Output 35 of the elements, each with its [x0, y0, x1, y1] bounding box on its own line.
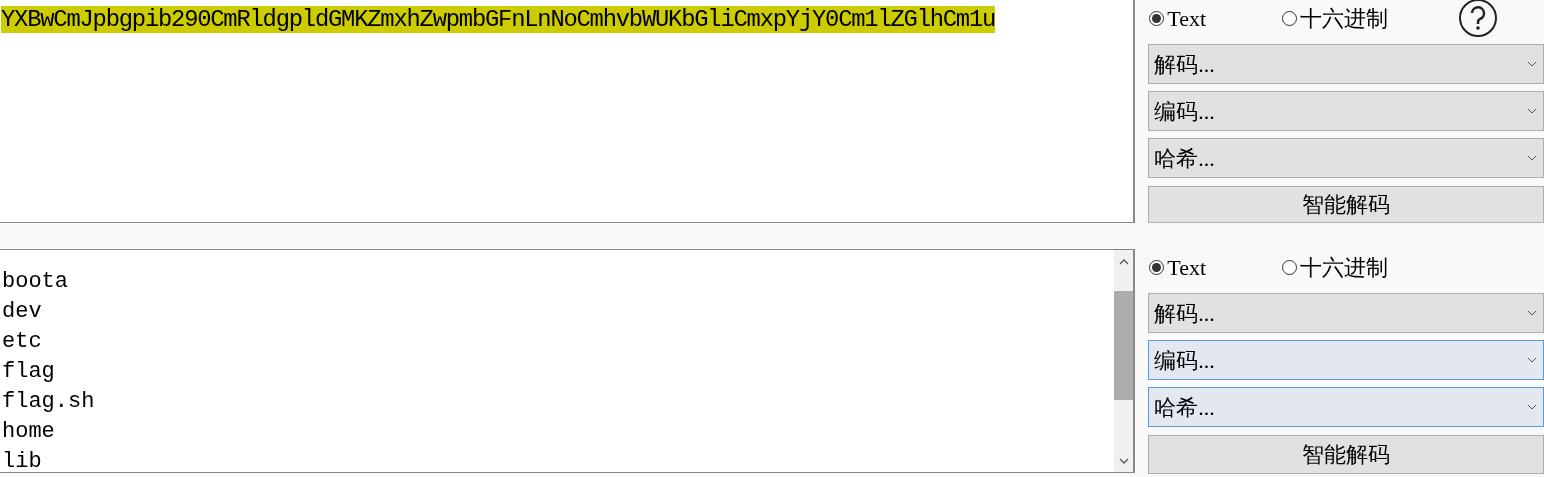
dropdown[interactable]: 编码... — [1148, 340, 1544, 380]
output-line: dev — [2, 298, 43, 326]
smart-decode-button[interactable]: 智能解码 — [1148, 186, 1544, 223]
dropdown[interactable]: 哈希... — [1148, 138, 1544, 178]
scrollbar-thumb[interactable] — [1114, 291, 1134, 400]
output-line: etc — [2, 328, 43, 356]
radio-circle[interactable] — [1149, 259, 1165, 275]
output-line: flag.sh — [2, 388, 96, 416]
output-line: lib — [2, 448, 43, 472]
radio-option[interactable]: Text — [1149, 1, 1283, 35]
chevron-down-icon — [1527, 155, 1537, 161]
chevron-down-icon — [1527, 404, 1537, 410]
help-icon[interactable] — [1458, 0, 1499, 38]
output-line: boota — [2, 268, 69, 296]
output-line: home — [2, 418, 56, 446]
input-text: YXBwCmJpbgpib290CmRldgpldGMKZmxhZwpmbGFnLnNoCmhvbWUKbGliCmxpYjY0Cm1lZGlhCm1u — [1, 6, 996, 33]
radio-option[interactable]: 十六进制 — [1282, 250, 1389, 284]
chevron-down-icon — [1527, 61, 1537, 67]
chevron-down-icon — [1527, 310, 1537, 316]
output-line: flag — [2, 358, 56, 386]
dropdown[interactable]: 哈希... — [1148, 387, 1544, 427]
chevron-down-icon — [1527, 108, 1537, 114]
radio-option[interactable]: Text — [1149, 250, 1283, 284]
chevron-up-icon[interactable] — [1118, 259, 1129, 265]
radio-option[interactable]: 十六进制 — [1282, 1, 1389, 35]
output-field[interactable]: boota dev etc flag flag.sh home lib — [0, 249, 1136, 473]
chevron-down-icon[interactable] — [1118, 458, 1129, 464]
radio-circle[interactable] — [1149, 10, 1165, 26]
dropdown[interactable]: 编码... — [1148, 91, 1544, 131]
dropdown[interactable]: 解码... — [1148, 44, 1544, 84]
smart-decode-button[interactable]: 智能解码 — [1148, 435, 1544, 474]
dropdown[interactable]: 解码... — [1148, 293, 1544, 333]
input-field[interactable]: YXBwCmJpbgpib290CmRldgpldGMKZmxhZwpmbGFnLnNoCmhvbWUKbGliCmxpYjY0Cm1lZGlhCm1u — [0, 0, 1136, 223]
chevron-down-icon — [1527, 357, 1537, 363]
scrollbar[interactable] — [1114, 250, 1134, 472]
